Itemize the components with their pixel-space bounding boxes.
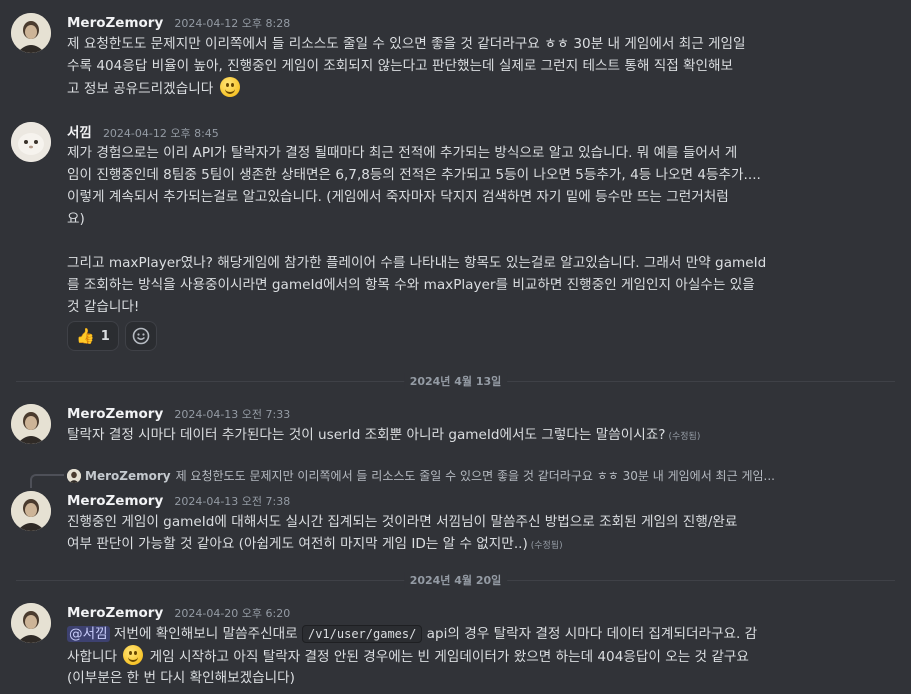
thumbs-up-reaction[interactable]: 👍 1 [67,321,119,351]
message-line: 임이 진행중인데 8팀중 5팀이 생존한 상태면은 6,7,8등의 전적은 추가… [67,167,761,183]
message-line: 제 요청한도도 문제지만 이리쪽에서 들 리소스도 줄일 수 있으면 좋을 것 … [67,36,746,52]
timestamp: 2024-04-12 오후 8:28 [174,17,291,30]
edited-label: (수정됨) [530,541,563,551]
message-content: 제가 경험으로는 이리 API가 탈락자가 결정 될때마다 최근 전적에 추가되… [67,142,901,318]
timestamp: 2024-04-13 오전 7:38 [174,495,291,508]
timestamp: 2024-04-13 오전 7:33 [174,408,291,421]
thumbs-up-icon: 👍 [76,327,95,345]
message-line: 제가 경험으로는 이리 API가 탈락자가 결정 될때마다 최근 전적에 추가되… [67,145,738,161]
avatar[interactable] [11,491,51,531]
avatar[interactable] [11,404,51,444]
slightly-smiling-face-emoji-icon [123,645,144,665]
message-line: 것 같습니다! [67,299,140,315]
message-text: 게임 시작하고 아직 탈락자 결정 안된 경우에는 빈 게임데이터가 왔으면 하… [145,649,749,665]
username[interactable]: 서낌 [67,125,92,141]
message-line: 요) [67,211,85,227]
date-divider: 2024년 4월 13일 [16,373,895,389]
avatar[interactable] [11,122,51,162]
add-reaction-icon [132,327,150,345]
avatar[interactable] [11,603,51,643]
edited-label: (수정됨) [668,432,701,442]
message-content: 제 요청한도도 문제지만 이리쪽에서 들 리소스도 줄일 수 있으면 좋을 것 … [67,33,901,99]
message-text: api의 경우 탈락자 결정 시마다 데이터 집계되더라구요. 감 [422,626,758,642]
reply-avatar [67,468,81,483]
username[interactable]: MeroZemory [67,493,163,509]
timestamp: 2024-04-20 오후 6:20 [174,607,291,620]
reaction-count: 1 [100,328,110,344]
message-content: 탈락자 결정 시마다 데이터 추가된다는 것이 userId 조회뿐 아니라 g… [67,424,901,446]
reply-preview: 제 요청한도도 문제지만 이리쪽에서 들 리소스도 줄일 수 있으면 좋을 것 … [175,469,775,483]
message-line: 그리고 maxPlayer였나? 해당게임에 참가한 플레이어 수를 나타내는 … [67,255,767,271]
date-divider-label: 2024년 4월 13일 [403,373,508,389]
username[interactable]: MeroZemory [67,406,163,422]
message-line [67,230,901,252]
slightly-smiling-face-emoji-icon [219,77,240,97]
message-line: 진행중인 게임이 gameId에 대해서도 실시간 집계되는 것이라면 서낌님이… [67,514,738,530]
message-content: @서낌 저번에 확인해보니 말씀주신대로 /v1/user/games/ api… [67,623,901,689]
reactions: 👍 1 [67,321,157,351]
message-line: 여부 판단이 가능할 것 같아요 (아쉽게도 여전히 마지막 게임 ID는 알 … [67,536,528,552]
message-text: 저번에 확인해보니 말씀주신대로 [109,626,302,642]
add-reaction-button[interactable] [124,321,157,351]
reply-spine [30,474,64,488]
timestamp: 2024-04-12 오후 8:45 [102,127,219,140]
date-divider-label: 2024년 4월 20일 [403,572,508,588]
reply-username: MeroZemory [85,468,171,483]
message-line: 이렇게 계속되서 추가되는걸로 알고있습니다. (게임에서 죽자마자 닥지지 검… [67,189,729,205]
inline-code: /v1/user/games/ [301,625,423,643]
message-text: 사합니다 [67,649,122,665]
message-content: 진행중인 게임이 gameId에 대해서도 실시간 집계되는 것이라면 서낌님이… [67,511,901,555]
message-line: 를 조회하는 방식을 사용중이시라면 gameId에서의 항목 수와 maxPl… [67,277,755,293]
message-line: (이부분은 한 번 다시 확인해보겠습니다) [67,670,295,686]
message-line: 탈락자 결정 시마다 데이터 추가된다는 것이 userId 조회뿐 아니라 g… [67,427,666,443]
message-line: 고 정보 공유드리겠습니다 [67,81,214,97]
username[interactable]: MeroZemory [67,15,163,31]
avatar[interactable] [11,13,51,53]
chat-log: MeroZemory 2024-04-12 오후 8:28 제 요청한도도 문제… [0,0,911,694]
reply-reference[interactable]: MeroZemory 제 요청한도도 문제지만 이리쪽에서 들 리소스도 줄일 … [67,467,775,484]
user-mention[interactable]: @서낌 [67,626,110,642]
date-divider: 2024년 4월 20일 [16,572,895,588]
message-line: 수록 404응답 비율이 높아, 진행중인 게임이 조회되지 않는다고 판단했는… [67,58,734,74]
username[interactable]: MeroZemory [67,605,163,621]
